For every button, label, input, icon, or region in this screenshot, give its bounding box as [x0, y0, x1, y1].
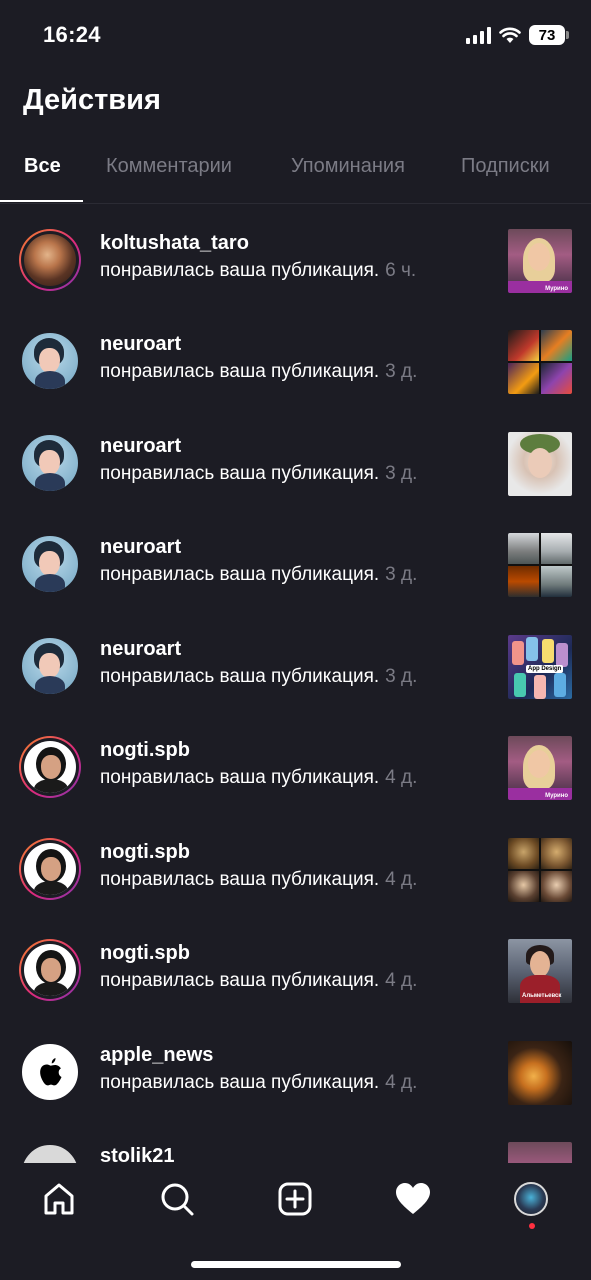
notification-message: понравилась ваша публикация.	[100, 869, 380, 890]
wifi-icon	[499, 27, 521, 43]
notification-message: понравилась ваша публикация.	[100, 970, 380, 991]
tab-all[interactable]: Все	[24, 155, 61, 178]
notification-username[interactable]: stolik21	[100, 1144, 495, 1163]
list-item[interactable]: neuroart понравилась ваша публикация. 3 д…	[0, 306, 591, 407]
avatar[interactable]	[19, 1142, 81, 1163]
battery-icon: 73	[529, 25, 569, 45]
nav-activity-button[interactable]	[391, 1177, 435, 1221]
nav-profile-button[interactable]	[509, 1177, 553, 1221]
post-thumbnail[interactable]	[508, 533, 572, 597]
create-post-icon	[278, 1182, 312, 1216]
list-item[interactable]: nogti.spb понравилась ваша публикация. 4 …	[0, 814, 591, 915]
status-indicators: 73	[466, 25, 569, 45]
avatar[interactable]	[19, 838, 81, 900]
avatar[interactable]	[19, 736, 81, 798]
page-title: Действия	[23, 84, 161, 116]
post-thumbnail[interactable]	[508, 838, 572, 902]
avatar[interactable]	[19, 939, 81, 1001]
notification-username[interactable]: apple_news	[100, 1043, 495, 1067]
avatar[interactable]	[19, 330, 81, 392]
search-icon	[161, 1183, 194, 1216]
notification-time: 4 д.	[385, 869, 418, 890]
list-item[interactable]: neuroart понравилась ваша публикация. 3 д…	[0, 408, 591, 509]
notification-message: понравилась ваша публикация.	[100, 260, 380, 281]
activity-tabs: Все Комментарии Упоминания Подписки	[0, 150, 591, 204]
activity-heart-icon	[396, 1183, 430, 1214]
notification-time: 4 д.	[385, 1072, 418, 1093]
notification-message: понравилась ваша публикация.	[100, 361, 380, 382]
notification-message: понравилась ваша публикация.	[100, 1072, 380, 1093]
post-thumbnail[interactable]	[508, 330, 572, 394]
list-item[interactable]: koltushata_taro понравилась ваша публика…	[0, 205, 591, 306]
post-thumbnail[interactable]	[508, 432, 572, 496]
list-item[interactable]: nogti.spb понравилась ваша публикация. 4 …	[0, 915, 591, 1016]
notification-time: 3 д.	[385, 666, 418, 687]
notification-dot	[529, 1223, 535, 1229]
notification-time: 3 д.	[385, 564, 418, 585]
notifications-list: koltushata_taro понравилась ваша публика…	[0, 205, 591, 1163]
notification-time: 3 д.	[385, 361, 418, 382]
tab-follows[interactable]: Подписки	[461, 155, 550, 178]
post-thumbnail[interactable]	[508, 1041, 572, 1105]
profile-avatar	[514, 1182, 548, 1216]
thumbnail-caption: Альметьевск	[522, 993, 562, 999]
activity-screen: 16:24 73 Действия Все Комментарии Упомин…	[0, 0, 591, 1280]
thumbnail-caption: Мурино	[545, 793, 568, 799]
list-item[interactable]: neuroart понравилась ваша публикация. 3 д…	[0, 611, 591, 712]
notification-time: 4 д.	[385, 970, 418, 991]
post-thumbnail[interactable]: Мурино	[508, 229, 572, 293]
notification-message: понравилась ваша публикация.	[100, 463, 380, 484]
status-bar: 16:24 73	[0, 0, 591, 72]
post-thumbnail[interactable]	[508, 1142, 572, 1163]
notification-time: 4 д.	[385, 767, 418, 788]
notification-username[interactable]: neuroart	[100, 332, 495, 356]
avatar[interactable]	[19, 1041, 81, 1103]
notification-username[interactable]: neuroart	[100, 434, 495, 458]
home-icon	[44, 1183, 74, 1215]
avatar[interactable]	[19, 229, 81, 291]
notification-message: понравилась ваша публикация.	[100, 666, 380, 687]
notification-username[interactable]: koltushata_taro	[100, 231, 495, 255]
tab-comments[interactable]: Комментарии	[106, 155, 232, 178]
cellular-signal-icon	[466, 26, 491, 44]
notification-time: 3 д.	[385, 463, 418, 484]
notification-username[interactable]: nogti.spb	[100, 941, 495, 965]
apple-logo-icon	[40, 1058, 62, 1086]
list-item[interactable]: nogti.spb понравилась ваша публикация. 4 …	[0, 712, 591, 813]
thumbnail-caption: Мурино	[545, 286, 568, 292]
active-tab-indicator	[0, 200, 83, 202]
notification-username[interactable]: neuroart	[100, 637, 495, 661]
post-thumbnail[interactable]: Альметьевск	[508, 939, 572, 1003]
nav-search-button[interactable]	[155, 1177, 199, 1221]
post-thumbnail[interactable]: App Design	[508, 635, 572, 699]
nav-home-button[interactable]	[37, 1177, 81, 1221]
list-item[interactable]: stolik21	[0, 1118, 591, 1163]
home-indicator	[191, 1261, 401, 1268]
notification-username[interactable]: nogti.spb	[100, 840, 495, 864]
avatar[interactable]	[19, 635, 81, 697]
avatar[interactable]	[19, 533, 81, 595]
post-thumbnail[interactable]: Мурино	[508, 736, 572, 800]
notification-username[interactable]: nogti.spb	[100, 738, 495, 762]
notification-time: 6 ч.	[385, 260, 417, 281]
avatar[interactable]	[19, 432, 81, 494]
thumbnail-caption: App Design	[526, 665, 564, 673]
notification-message: понравилась ваша публикация.	[100, 767, 380, 788]
list-item[interactable]: neuroart понравилась ваша публикация. 3 д…	[0, 509, 591, 610]
tab-mentions[interactable]: Упоминания	[291, 155, 405, 178]
status-time: 16:24	[43, 22, 101, 47]
notification-username[interactable]: neuroart	[100, 535, 495, 559]
list-item[interactable]: apple_news понравилась ваша публикация. 4…	[0, 1017, 591, 1118]
nav-create-button[interactable]	[273, 1177, 317, 1221]
notification-message: понравилась ваша публикация.	[100, 564, 380, 585]
